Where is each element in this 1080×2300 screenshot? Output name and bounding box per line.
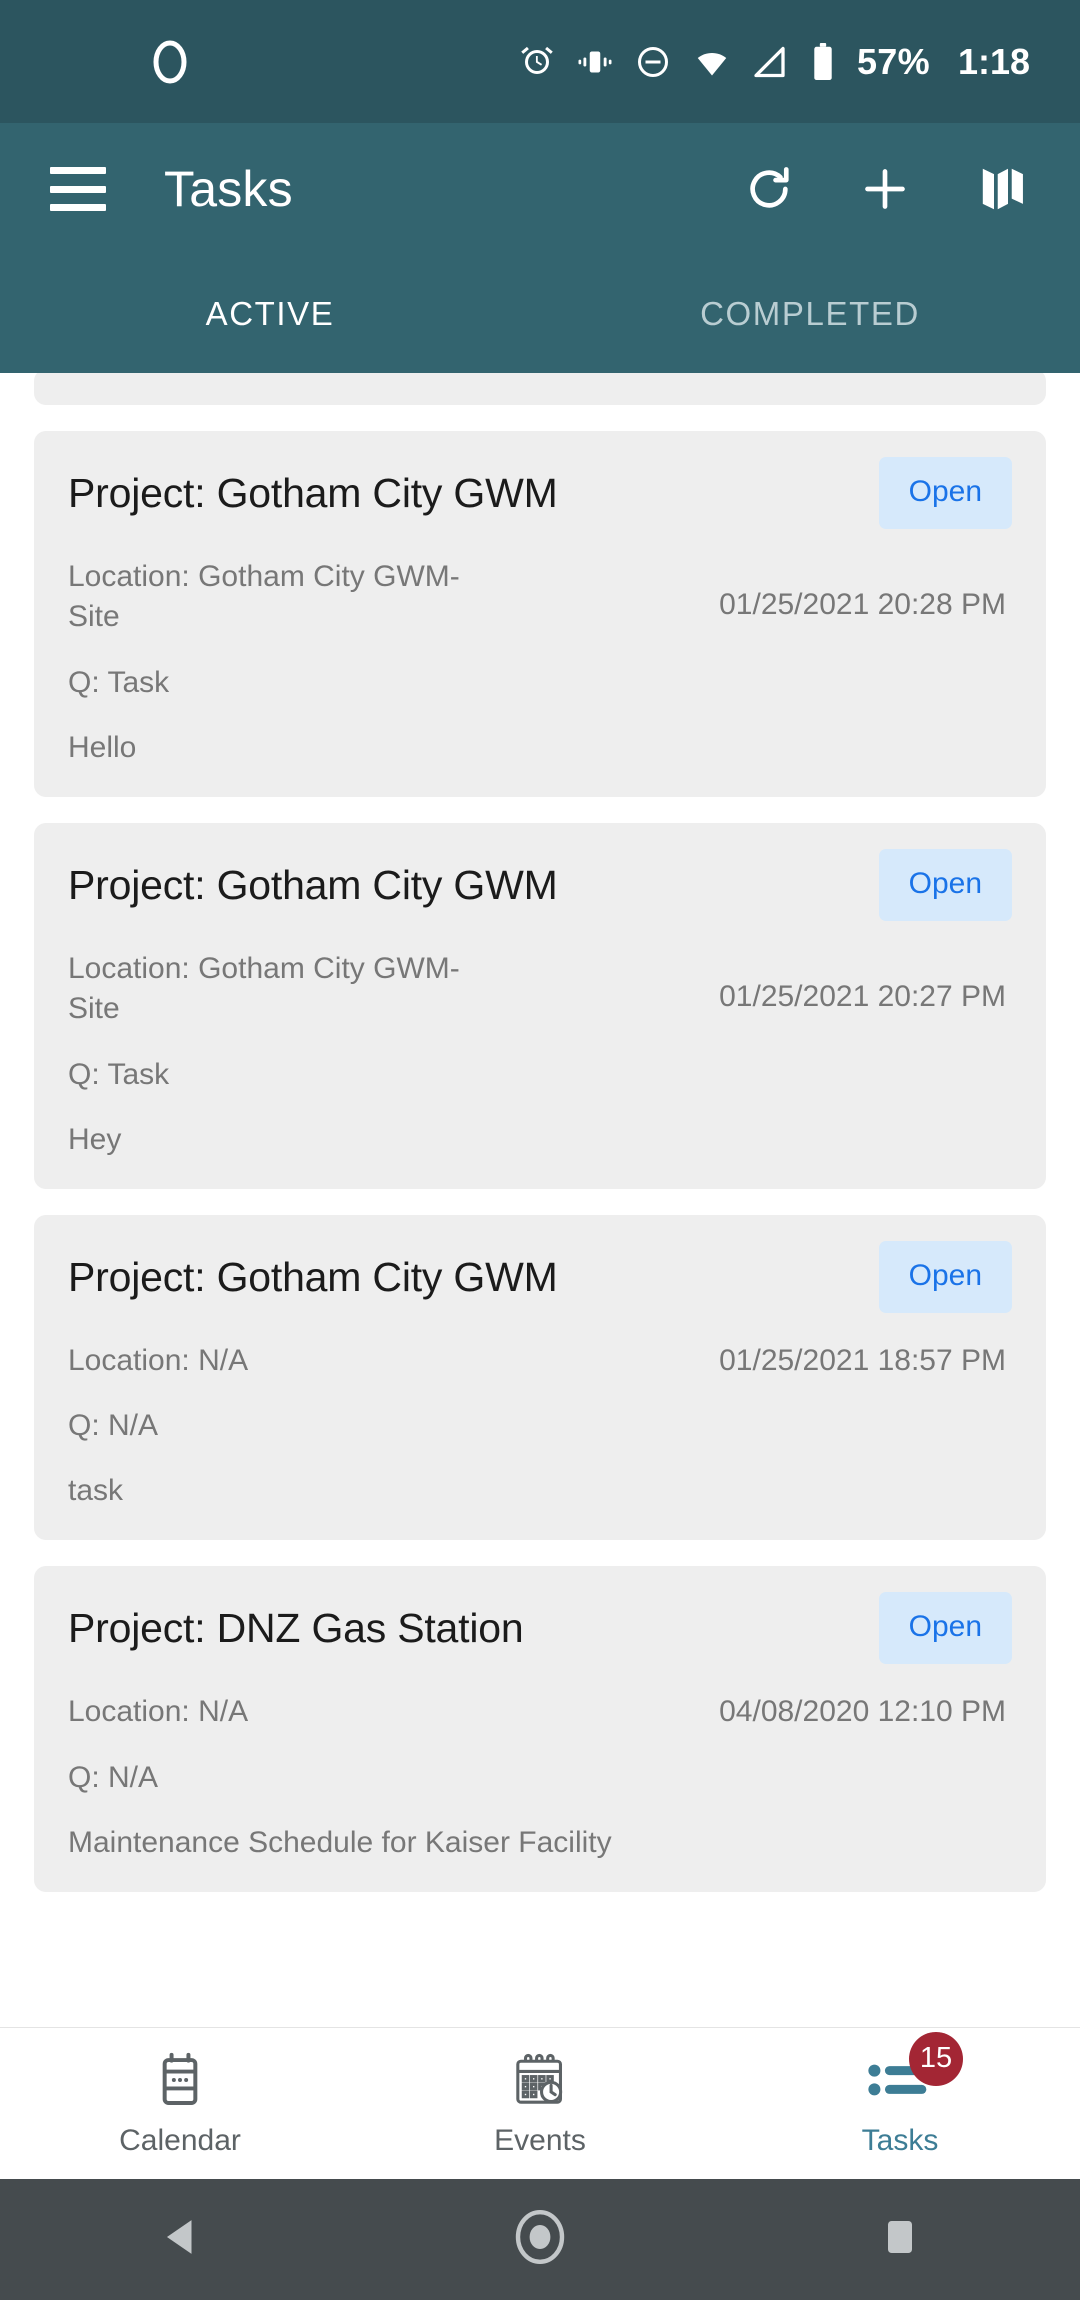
card-location: Location: Gotham City GWM-Site [68, 951, 460, 1025]
card-meta: Location: N/A 04/08/2020 12:10 PM [68, 1692, 1012, 1732]
appbar: Tasks ACTIVE COMPLETED [0, 123, 1080, 373]
list-item-partial[interactable] [34, 373, 1046, 405]
recents-button[interactable] [720, 2215, 1080, 2264]
back-triangle-icon [158, 2214, 202, 2265]
open-button[interactable]: Open [878, 457, 1012, 529]
card-location: Location: N/A [68, 1343, 249, 1377]
status-badge: 15 [909, 2031, 963, 2086]
status-bar-right: 57% 1:18 [519, 40, 1052, 82]
card-header: Project: Gotham City GWM Open [68, 848, 1012, 935]
tab-completed[interactable]: COMPLETED [540, 255, 1080, 373]
tab-active-label: ACTIVE [205, 295, 335, 332]
card-title: Project: DNZ Gas Station [68, 1605, 524, 1652]
card-title: Project: Gotham City GWM [68, 861, 558, 908]
tab-completed-label: COMPLETED [700, 295, 920, 332]
add-icon[interactable] [854, 158, 916, 220]
tab-bar: ACTIVE COMPLETED [0, 255, 1080, 373]
app-oval-icon [150, 39, 190, 85]
card-title: Project: Gotham City GWM [68, 1253, 558, 1300]
alarm-icon [519, 44, 555, 80]
toolbar-actions [738, 158, 1046, 220]
calendar-device-icon [157, 2052, 203, 2113]
bottom-navigation: Calendar Events 15 Tasks [0, 2027, 1080, 2179]
card-header: Project: Gotham City GWM Open [68, 1240, 1012, 1327]
wifi-icon [693, 44, 731, 80]
card-location: Location: Gotham City GWM-Site [68, 560, 460, 633]
recents-square-icon [882, 2215, 918, 2264]
card-location: Location: N/A [68, 1695, 249, 1729]
home-circle-icon [513, 2208, 567, 2271]
app-screen: 57% 1:18 Tasks ACTIVE COMPLETED Project:… [0, 0, 1080, 2300]
status-bar: 57% 1:18 [0, 0, 1080, 123]
table-row[interactable]: Project: Gotham City GWM Open Location: … [34, 1214, 1046, 1541]
card-meta: Location: Gotham City GWM-Site 01/25/202… [68, 557, 1012, 637]
card-date: 01/25/2021 20:27 PM [719, 979, 1006, 1013]
task-list[interactable]: Project: Gotham City GWM Open Location: … [0, 373, 1080, 2027]
card-title: Project: Gotham City GWM [68, 470, 558, 516]
nav-item-events[interactable]: Events [360, 2052, 720, 2156]
card-queue: Q: N/A [68, 1409, 159, 1443]
card-meta: Location: Gotham City GWM-Site 01/25/202… [68, 949, 1012, 1029]
event-calendar-clock-icon [511, 2052, 569, 2113]
nav-label-events: Events [494, 2123, 586, 2157]
nav-item-calendar[interactable]: Calendar [0, 2052, 360, 2156]
card-description: Hey [68, 1122, 122, 1156]
open-button[interactable]: Open [878, 1592, 1012, 1665]
table-row[interactable]: Project: Gotham City GWM Open Location: … [34, 822, 1046, 1189]
do-not-disturb-icon [635, 44, 671, 80]
card-queue: Q: Task [68, 665, 170, 699]
card-description: Hello [68, 730, 137, 764]
card-queue: Q: Task [68, 1057, 170, 1091]
card-header: Project: Gotham City GWM Open [68, 457, 1012, 543]
task-list-icon-wrap: 15 [863, 2031, 963, 2114]
nav-label-calendar: Calendar [119, 2123, 241, 2157]
card-queue: Q: N/A [68, 1761, 159, 1795]
card-description: task [68, 1474, 124, 1508]
card-description: Maintenance Schedule for Kaiser Facility [68, 1826, 612, 1860]
toolbar: Tasks [0, 123, 1080, 255]
android-navigation-bar [0, 2179, 1080, 2300]
battery-icon [811, 42, 835, 81]
battery-percent: 57% [856, 40, 930, 82]
home-button[interactable] [360, 2208, 720, 2271]
nav-label-tasks: Tasks [861, 2123, 939, 2157]
card-header: Project: DNZ Gas Station Open [68, 1592, 1012, 1678]
status-bar-left [0, 39, 519, 85]
back-button[interactable] [0, 2214, 360, 2265]
table-row[interactable]: Project: Gotham City GWM Open Location: … [34, 431, 1046, 797]
card-date: 01/25/2021 20:28 PM [719, 588, 1006, 621]
page-title: Tasks [164, 161, 293, 217]
card-date: 04/08/2020 12:10 PM [719, 1695, 1006, 1729]
event-calendar-clock-icon-wrap [503, 2052, 577, 2114]
vibrate-icon [577, 44, 613, 80]
open-button[interactable]: Open [878, 1240, 1012, 1313]
cell-signal-icon [753, 44, 789, 80]
card-meta: Location: N/A 01/25/2021 18:57 PM [68, 1341, 1012, 1381]
nav-item-tasks[interactable]: 15 Tasks [720, 2031, 1080, 2157]
table-row[interactable]: Project: DNZ Gas Station Open Location: … [34, 1566, 1046, 1893]
open-button[interactable]: Open [878, 848, 1012, 921]
map-icon[interactable] [970, 158, 1032, 220]
status-time: 1:18 [957, 40, 1030, 82]
hamburger-menu-icon[interactable] [50, 167, 106, 211]
tab-active[interactable]: ACTIVE [0, 255, 540, 373]
calendar-device-icon-wrap [143, 2052, 217, 2114]
card-date: 01/25/2021 18:57 PM [719, 1343, 1006, 1377]
refresh-icon[interactable] [738, 158, 800, 220]
